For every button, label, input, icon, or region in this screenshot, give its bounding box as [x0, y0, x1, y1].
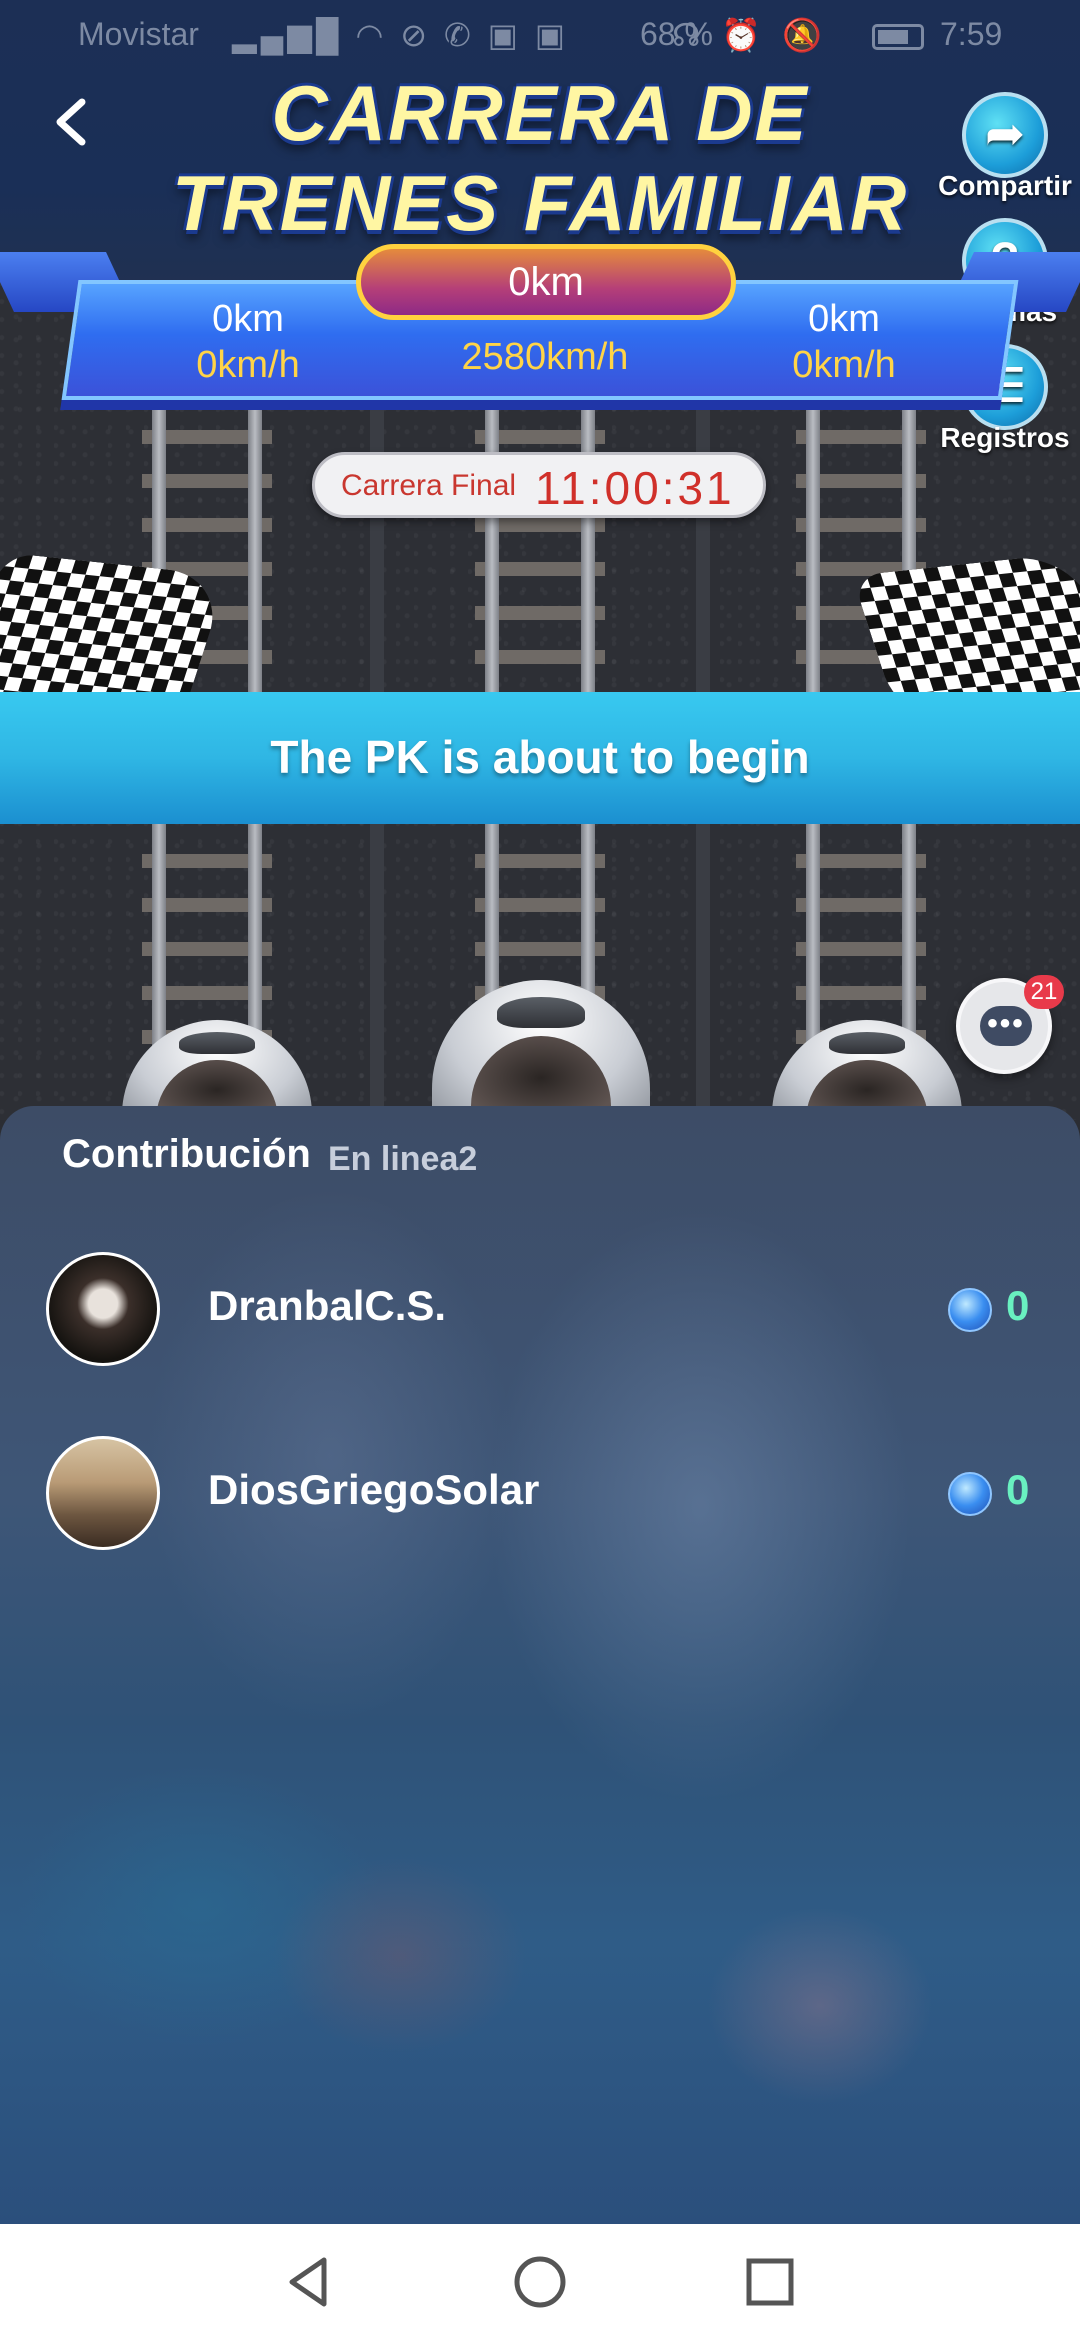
page-title-line2: TRENES FAMILIAR [171, 159, 909, 247]
race-timer: Carrera Final 11:00:31 [312, 452, 766, 518]
race-screen: Movistar ▂▄▆█ ◠ ⊘ ✆ ▣ ▣ 68 % ☊ ⏰ 🔕 7:59 … [0, 0, 1080, 2340]
battery-icon [872, 24, 924, 50]
contribution-score: 0 [1006, 1282, 1030, 1329]
left-distance: 0km [212, 298, 284, 340]
square-recents-icon [746, 2258, 794, 2306]
timer-value: 11:00:31 [535, 462, 735, 514]
chat-dots: ••• [987, 1007, 1025, 1040]
diamond-icon [948, 1288, 992, 1332]
right-speed: 0km/h [792, 344, 896, 386]
banner-text: The PK is about to begin [270, 731, 810, 783]
system-nav-bar [0, 2224, 1080, 2340]
clock: 7:59 [940, 16, 1003, 52]
contribution-title: Contribución [62, 1132, 311, 1176]
nav-home-button[interactable] [510, 2252, 570, 2312]
carrier-label: Movistar [78, 16, 199, 52]
contribution-score: 0 [1006, 1466, 1030, 1513]
triangle-back-icon [289, 2257, 327, 2307]
contribution-sheet: Contribución En linea2 DranbalC.S. 0 Dio… [0, 1106, 1080, 2224]
center-speed: 2580km/h [461, 336, 629, 378]
contribution-row[interactable]: DiosGriegoSolar 0 [0, 1436, 1080, 1556]
page-title-line1: CARRERA DE [271, 69, 809, 157]
avatar[interactable] [46, 1252, 160, 1366]
left-speed: 0km/h [196, 344, 300, 386]
rail-track-center [475, 400, 605, 692]
status-banner: The PK is about to begin [0, 692, 1080, 824]
contributor-name: DiosGriegoSolar [208, 1466, 540, 1513]
contribution-row[interactable]: DranbalC.S. 0 [0, 1252, 1080, 1372]
records-label: Registros [940, 422, 1070, 453]
status-bar: Movistar ▂▄▆█ ◠ ⊘ ✆ ▣ ▣ 68 % ☊ ⏰ 🔕 7:59 [0, 0, 1080, 70]
online-count: En linea2 [328, 1140, 478, 1178]
share-button[interactable]: ➦ Compartir [920, 92, 1080, 202]
avatar[interactable] [46, 1436, 160, 1550]
timer-label: Carrera Final [341, 469, 517, 502]
back-button[interactable] [44, 92, 100, 152]
nav-back-button[interactable] [280, 2252, 340, 2312]
diamond-icon [948, 1472, 992, 1516]
circle-home-icon [514, 2256, 566, 2308]
right-distance: 0km [808, 298, 880, 340]
signal-icon: ▂▄▆█ ◠ ⊘ ✆ ▣ ▣ [232, 17, 570, 53]
share-icon: ➦ [962, 92, 1048, 178]
contributor-name: DranbalC.S. [208, 1282, 447, 1329]
chat-unread-badge: 21 [1024, 975, 1064, 1009]
chevron-left-icon [56, 98, 86, 146]
status-icons: ☊ ⏰ 🔕 [672, 17, 828, 53]
center-distance-pill: 0km [356, 244, 736, 320]
nav-recents-button[interactable] [740, 2252, 800, 2312]
share-label: Compartir [938, 170, 1072, 201]
